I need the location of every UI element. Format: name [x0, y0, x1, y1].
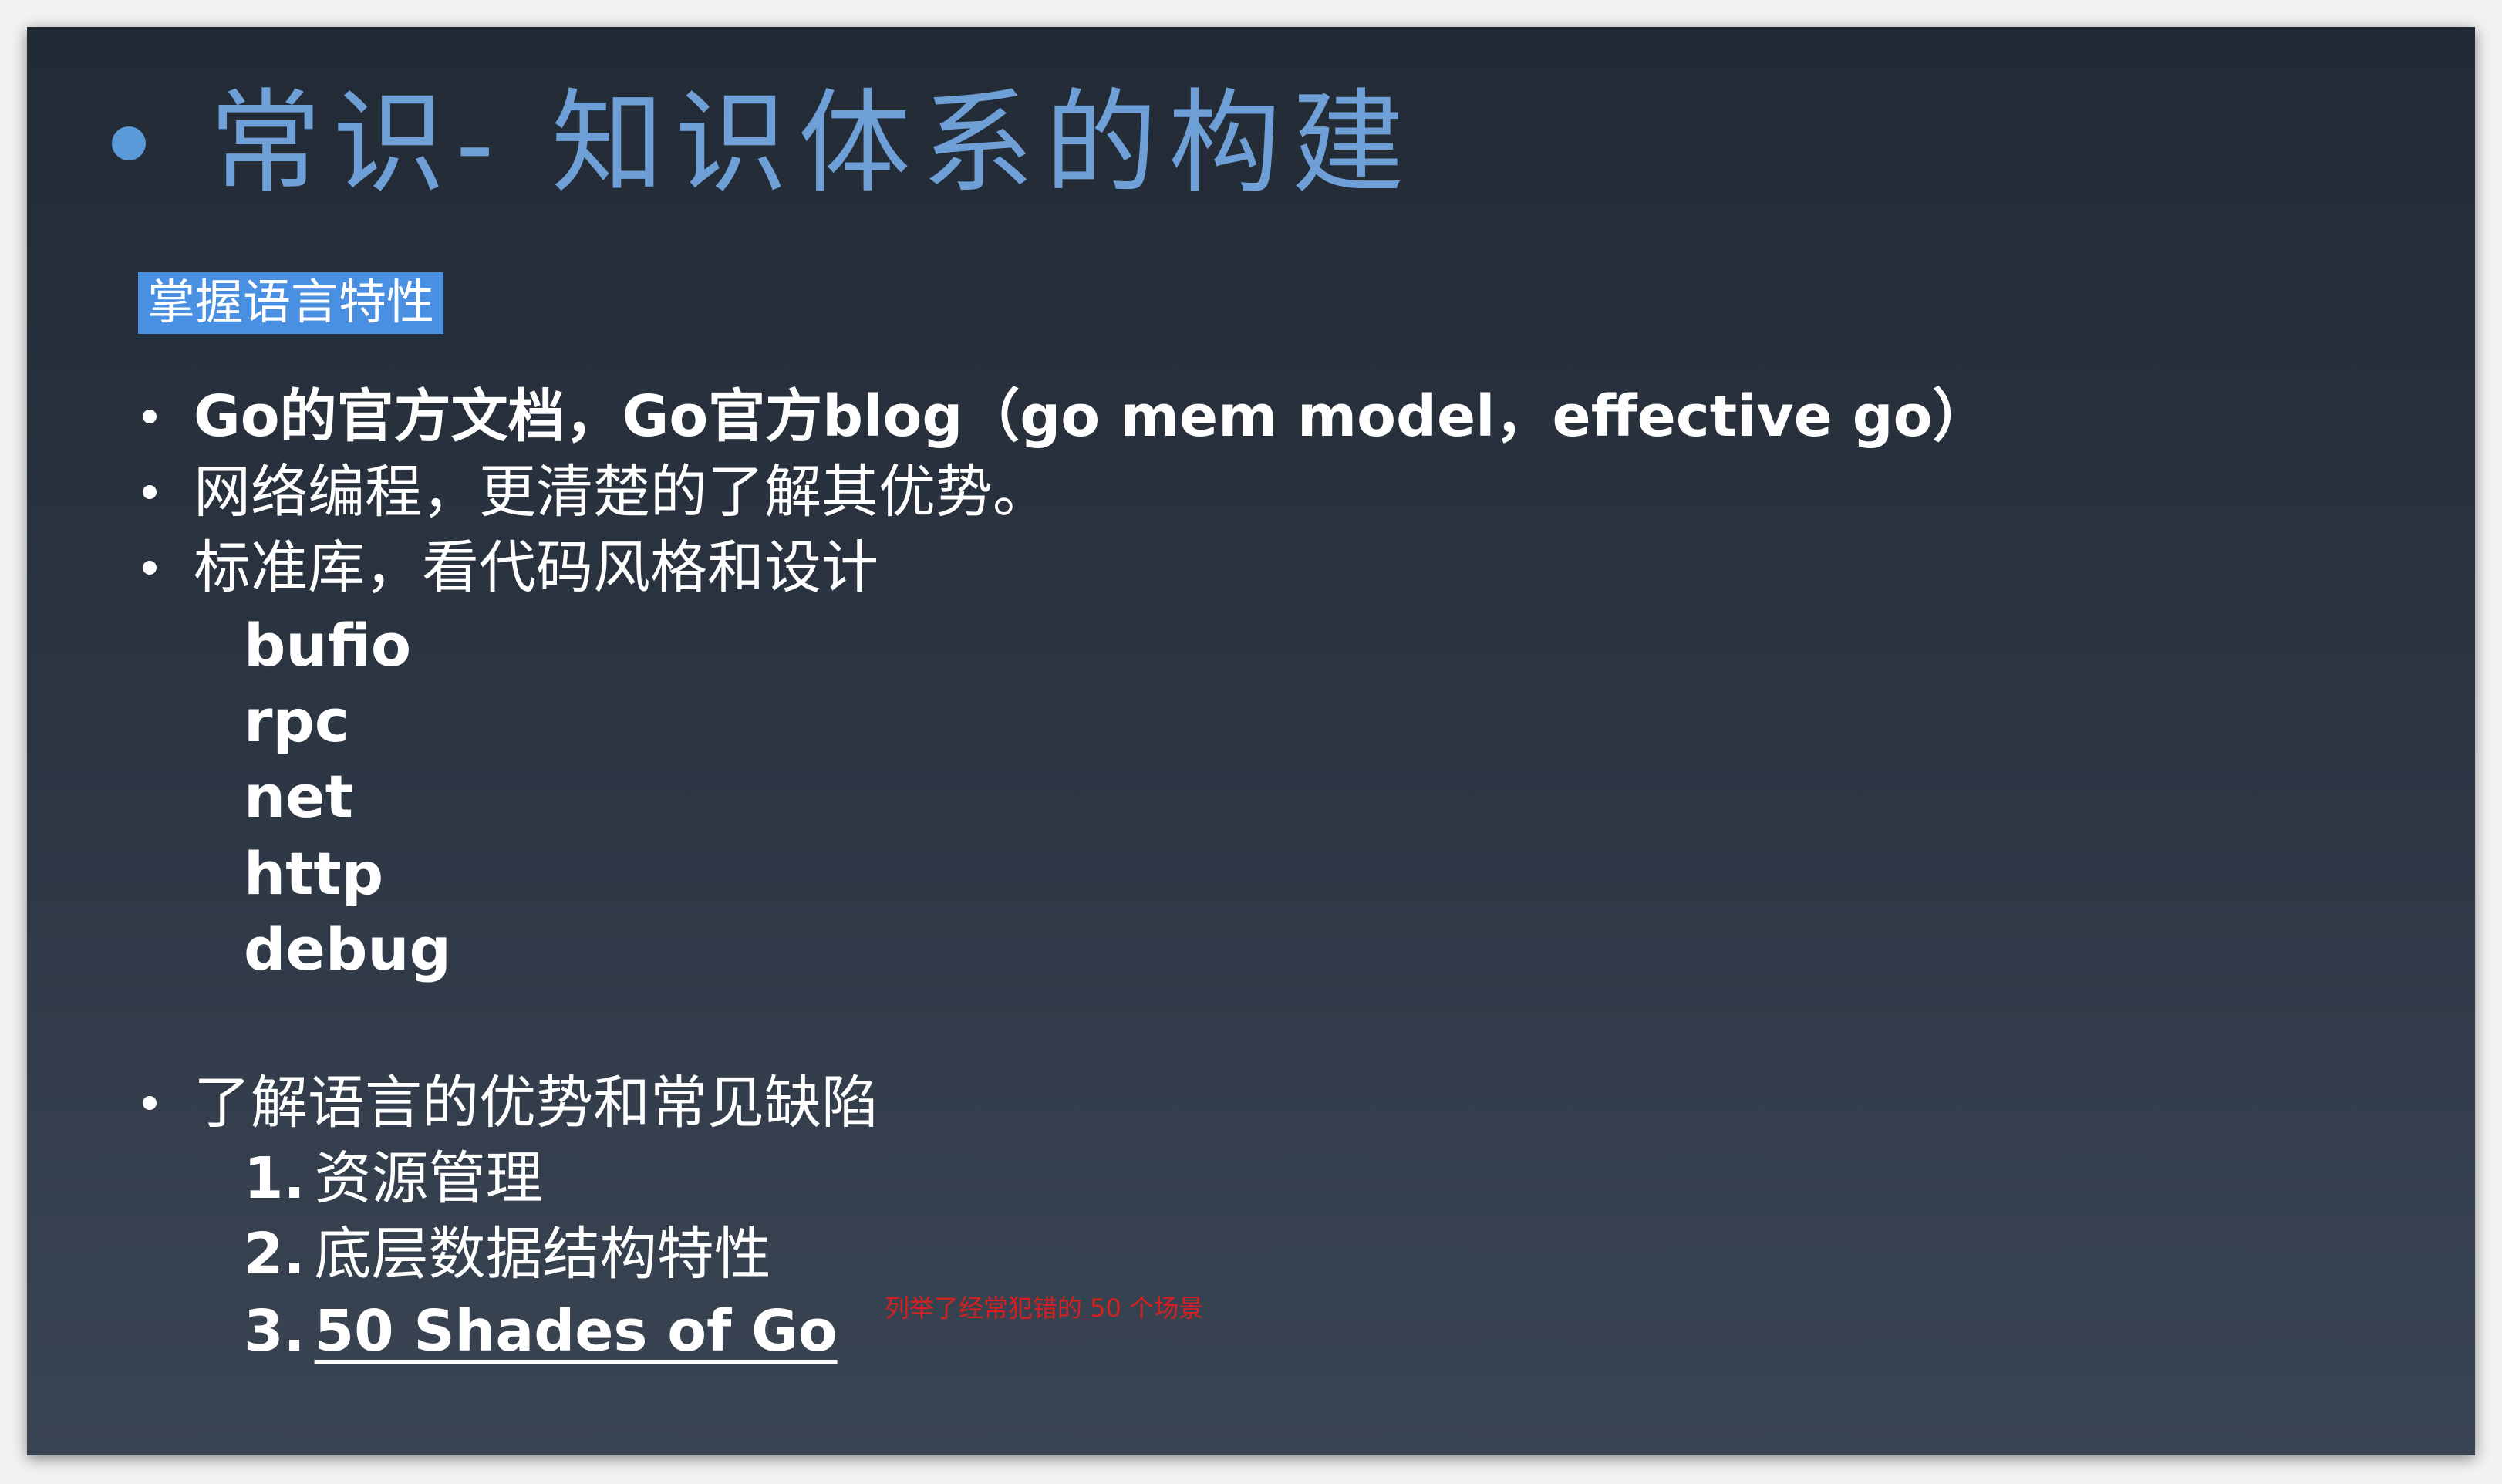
bullet-dot-icon	[143, 1096, 157, 1110]
item-text: 资源管理	[314, 1145, 543, 1212]
item-number: 1.	[244, 1145, 305, 1212]
numbered-item-2: 2. 底层数据结构特性	[244, 1226, 771, 1283]
stdlib-package-debug: debug	[244, 915, 451, 983]
slide-title: 常识- 知识体系的构建	[209, 78, 1415, 209]
bullet-dot-icon	[143, 561, 157, 575]
bullet-text: 标准库，看代码风格和设计	[194, 535, 878, 601]
numbered-item-1: 1. 资源管理	[244, 1150, 543, 1207]
bullet-text: 了解语言的优势和常见缺陷	[194, 1070, 878, 1136]
bullet-item-docs: Go的官方文档，Go官方blog（go mem model，effective …	[143, 388, 1989, 445]
bullet-item-strengths: 了解语言的优势和常见缺陷	[143, 1074, 878, 1132]
bullet-item-network: 网络编程，更清楚的了解其优势。	[143, 464, 1050, 521]
stdlib-package-net: net	[244, 762, 353, 831]
slide: 常识- 知识体系的构建 掌握语言特性 Go的官方文档，Go官方blog（go m…	[27, 27, 2475, 1455]
bullet-text: Go的官方文档，Go官方blog（go mem model，effective …	[194, 383, 1990, 450]
stdlib-package-rpc: rpc	[244, 686, 349, 755]
bullet-text: 网络编程，更清楚的了解其优势。	[194, 459, 1050, 525]
item-number: 3.	[244, 1298, 305, 1364]
item-number: 2.	[244, 1221, 305, 1287]
numbered-item-3: 3. 50 Shades of Go	[244, 1303, 838, 1360]
stdlib-package-http: http	[244, 839, 384, 908]
title-bullet-icon	[112, 126, 146, 160]
bullet-item-stdlib: 标准库，看代码风格和设计	[143, 539, 878, 596]
bullet-dot-icon	[143, 485, 157, 499]
item-text: 底层数据结构特性	[314, 1221, 771, 1287]
slide-title-row: 常识- 知识体系的构建	[112, 87, 1415, 200]
bullet-dot-icon	[143, 410, 157, 423]
stdlib-package-bufio: bufio	[244, 611, 412, 680]
fifty-shades-link[interactable]: 50 Shades of Go	[315, 1298, 838, 1364]
highlight-label: 掌握语言特性	[138, 272, 444, 334]
annotation-note: 列举了经常犯错的 50 个场景	[885, 1293, 1204, 1323]
